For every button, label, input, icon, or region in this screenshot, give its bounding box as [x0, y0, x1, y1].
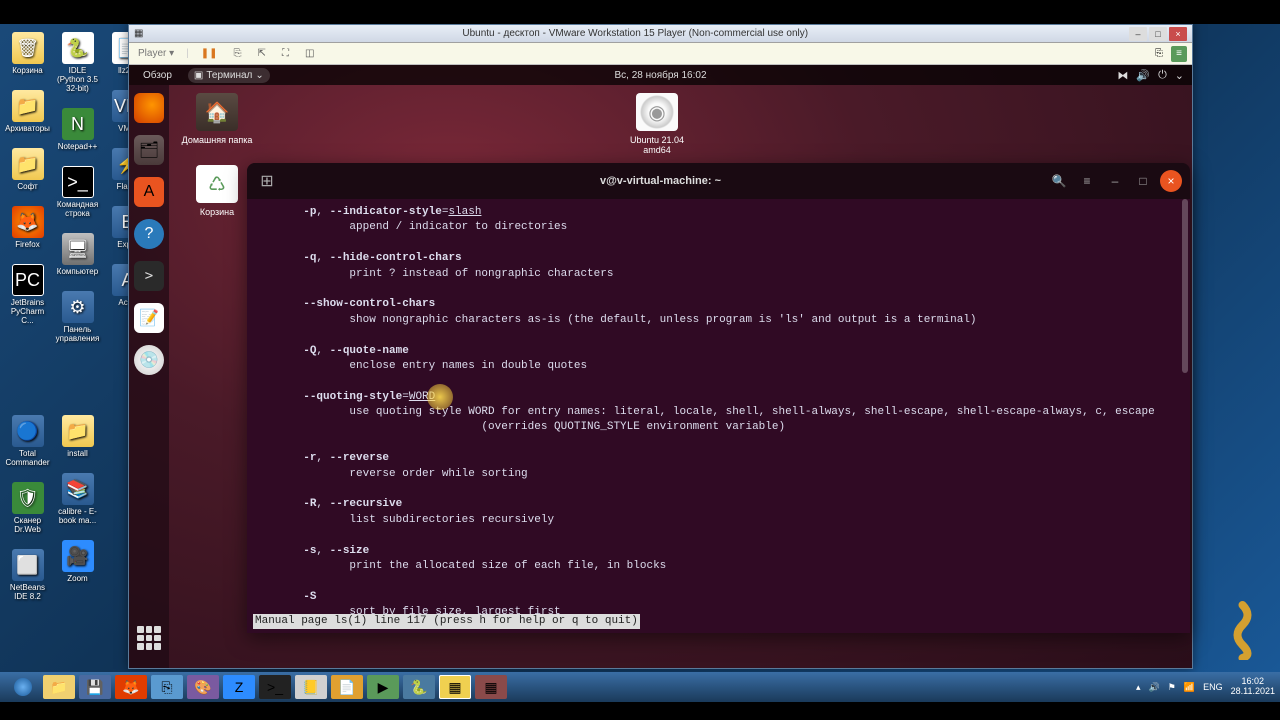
letterbox-bottom	[0, 702, 1280, 720]
taskbar-app-icon[interactable]: 📒	[295, 675, 327, 699]
maximize-icon[interactable]: □	[1132, 170, 1154, 192]
clock[interactable]: Вс, 28 ноября 16:02	[614, 70, 706, 81]
taskbar-zoom-icon[interactable]: Z	[223, 675, 255, 699]
close-icon[interactable]: ×	[1160, 170, 1182, 192]
desktop-icon[interactable]: 📁Архиваторы	[5, 90, 50, 133]
terminal-icon: ▣	[194, 70, 203, 81]
taskbar-app-icon[interactable]: ▦	[475, 675, 507, 699]
cd-drive[interactable]: ◉Ubuntu 21.04amd64	[617, 93, 697, 155]
taskbar-clock[interactable]: 16:02 28.11.2021	[1231, 677, 1275, 697]
ubuntu-dock: 🗂 A ? 📝 💿	[129, 85, 169, 668]
toolbar-icon[interactable]: ⎘	[1151, 46, 1167, 62]
terminal-title: v@v-virtual-machine: ~	[279, 175, 1042, 187]
taskbar-terminal-icon[interactable]: >_	[259, 675, 291, 699]
taskbar-app-icon[interactable]: 📄	[331, 675, 363, 699]
activities-button[interactable]: Обзор	[137, 68, 178, 83]
tray-lang[interactable]: ENG	[1203, 682, 1223, 692]
man-page-content: -p, --indicator-style=slash append / ind…	[257, 205, 1180, 633]
player-menu[interactable]: Player ▾	[134, 48, 178, 59]
power-icon[interactable]: ⏻	[1158, 69, 1167, 82]
letterbox-top	[0, 0, 1280, 24]
home-folder[interactable]: 🏠Домашняя папка	[177, 93, 257, 155]
tool-icon[interactable]: ⛶	[278, 48, 293, 59]
desktop-icon[interactable]: 🦊Firefox	[5, 206, 50, 249]
send-ctrl-alt-del-icon[interactable]: ⎘	[230, 48, 246, 59]
desktop-icons-col2b: 📁install 📚calibre - E-book ma... 🎥Zoom	[55, 415, 100, 583]
maximize-button[interactable]: □	[1149, 27, 1167, 41]
terminal-dock-icon[interactable]	[134, 261, 164, 291]
taskbar-app-icon[interactable]: ⎘	[151, 675, 183, 699]
desktop-icon[interactable]: PCJetBrains PyCharm C...	[5, 264, 50, 325]
start-button[interactable]	[7, 675, 39, 699]
close-button[interactable]: ×	[1169, 27, 1187, 41]
desktop-icon[interactable]: 📁Софт	[5, 148, 50, 191]
taskbar-vmware-icon[interactable]: ▦	[439, 675, 471, 699]
desktop-icon[interactable]: ⬜NetBeans IDE 8.2	[5, 549, 50, 601]
vmware-titlebar[interactable]: ▦ Ubuntu - десктоп - VMware Workstation …	[129, 25, 1192, 43]
disk-icon[interactable]: 💿	[134, 345, 164, 375]
network-icon[interactable]: ⧓	[1117, 69, 1128, 82]
ubuntu-desktop: Обзор ▣ Терминал ⌄ Вс, 28 ноября 16:02 ⧓…	[129, 65, 1192, 668]
toolbar-icon[interactable]: ≡	[1171, 46, 1187, 62]
tray-volume-icon[interactable]: 🔊	[1149, 682, 1160, 693]
terminal-body[interactable]: -p, --indicator-style=slash append / ind…	[247, 199, 1190, 633]
text-editor-icon[interactable]: 📝	[134, 303, 164, 333]
software-center-icon[interactable]: A	[134, 177, 164, 207]
taskbar-explorer-icon[interactable]: 📁	[43, 675, 75, 699]
vmware-window: ▦ Ubuntu - десктоп - VMware Workstation …	[128, 24, 1193, 669]
chevron-down-icon[interactable]: ⌄	[1175, 69, 1184, 82]
system-tray: ▴ 🔊 ⚑ 📶 ENG 16:02 28.11.2021	[1136, 677, 1275, 697]
pause-icon[interactable]: ❚❚	[197, 48, 222, 59]
scrollbar[interactable]	[1182, 199, 1188, 373]
vmware-icon: ▦	[134, 28, 143, 39]
decoration-snake	[1220, 600, 1265, 660]
windows-desktop: 🗑Корзина 📁Архиваторы 📁Софт 🦊Firefox PCJe…	[0, 0, 1280, 720]
show-apps-icon[interactable]	[137, 626, 161, 650]
search-icon[interactable]: 🔍	[1048, 170, 1070, 192]
desktop-items: 🏠Домашняя папка ◉Ubuntu 21.04amd64	[177, 93, 697, 155]
desktop-icon[interactable]: 📚calibre - E-book ma...	[55, 473, 100, 525]
desktop-icons-col1b: 🔵Total Commander 🛡Сканер Dr.Web ⬜NetBean…	[5, 415, 50, 601]
terminal-window: ⊞ v@v-virtual-machine: ~ 🔍 ≡ – □ × -p, -…	[247, 163, 1190, 633]
desktop-icon[interactable]: 🗑Корзина	[5, 32, 50, 75]
desktop-icon[interactable]: 🖥Компьютер	[55, 233, 100, 276]
desktop-icon[interactable]: 🎥Zoom	[55, 540, 100, 583]
firefox-icon[interactable]	[134, 93, 164, 123]
desktop-icon[interactable]: 🔵Total Commander	[5, 415, 50, 467]
desktop-icon[interactable]: 🛡Сканер Dr.Web	[5, 482, 50, 534]
vmware-title: Ubuntu - десктоп - VMware Workstation 15…	[143, 28, 1127, 39]
vmware-toolbar: Player ▾ | ❚❚ ⎘ ⇱ ⛶ ◫ ⎘ ≡	[129, 43, 1192, 65]
minimize-button[interactable]: –	[1129, 27, 1147, 41]
less-status-line: Manual page ls(1) line 117 (press h for …	[253, 614, 640, 629]
desktop-icons-col2: 🐍IDLE (Python 3.5 32-bit) NNotepad++ >_К…	[55, 32, 100, 343]
desktop-icon[interactable]: NNotepad++	[55, 108, 100, 151]
taskbar-app-icon[interactable]: 🐍	[403, 675, 435, 699]
desktop-icons-col1: 🗑Корзина 📁Архиваторы 📁Софт 🦊Firefox PCJe…	[5, 32, 50, 325]
windows-taskbar: 📁 💾 🦊 ⎘ 🎨 Z >_ 📒 📄 ▶ 🐍 ▦ ▦ ▴ 🔊 ⚑ 📶 ENG 1…	[0, 672, 1280, 702]
taskbar-app-icon[interactable]: ▶	[367, 675, 399, 699]
tray-network-icon[interactable]: 📶	[1184, 682, 1195, 693]
tray-flag-icon[interactable]: ⚑	[1168, 682, 1176, 693]
taskbar-firefox-icon[interactable]: 🦊	[115, 675, 147, 699]
tool-icon[interactable]: ◫	[301, 48, 318, 59]
taskbar-notepad-icon[interactable]: 💾	[79, 675, 111, 699]
volume-icon[interactable]: 🔊	[1136, 69, 1150, 82]
desktop-icon[interactable]: ⚙Панель управления	[55, 291, 100, 343]
new-tab-icon[interactable]: ⊞	[255, 169, 279, 193]
chevron-down-icon: ⌄	[255, 70, 263, 81]
taskbar-app-icon[interactable]: 🎨	[187, 675, 219, 699]
desktop-icon[interactable]: 📁install	[55, 415, 100, 458]
trash[interactable]: ♺Корзина	[177, 165, 257, 217]
desktop-icon[interactable]: 🐍IDLE (Python 3.5 32-bit)	[55, 32, 100, 93]
menu-icon[interactable]: ≡	[1076, 170, 1098, 192]
tool-icon[interactable]: ⇱	[254, 48, 270, 59]
terminal-header[interactable]: ⊞ v@v-virtual-machine: ~ 🔍 ≡ – □ ×	[247, 163, 1190, 199]
app-menu[interactable]: ▣ Терминал ⌄	[188, 68, 270, 83]
desktop-icon[interactable]: >_Командная строка	[55, 166, 100, 218]
tray-up-icon[interactable]: ▴	[1136, 682, 1141, 693]
help-icon[interactable]: ?	[134, 219, 164, 249]
ubuntu-topbar: Обзор ▣ Терминал ⌄ Вс, 28 ноября 16:02 ⧓…	[129, 65, 1192, 85]
files-icon[interactable]: 🗂	[134, 135, 164, 165]
minimize-icon[interactable]: –	[1104, 170, 1126, 192]
